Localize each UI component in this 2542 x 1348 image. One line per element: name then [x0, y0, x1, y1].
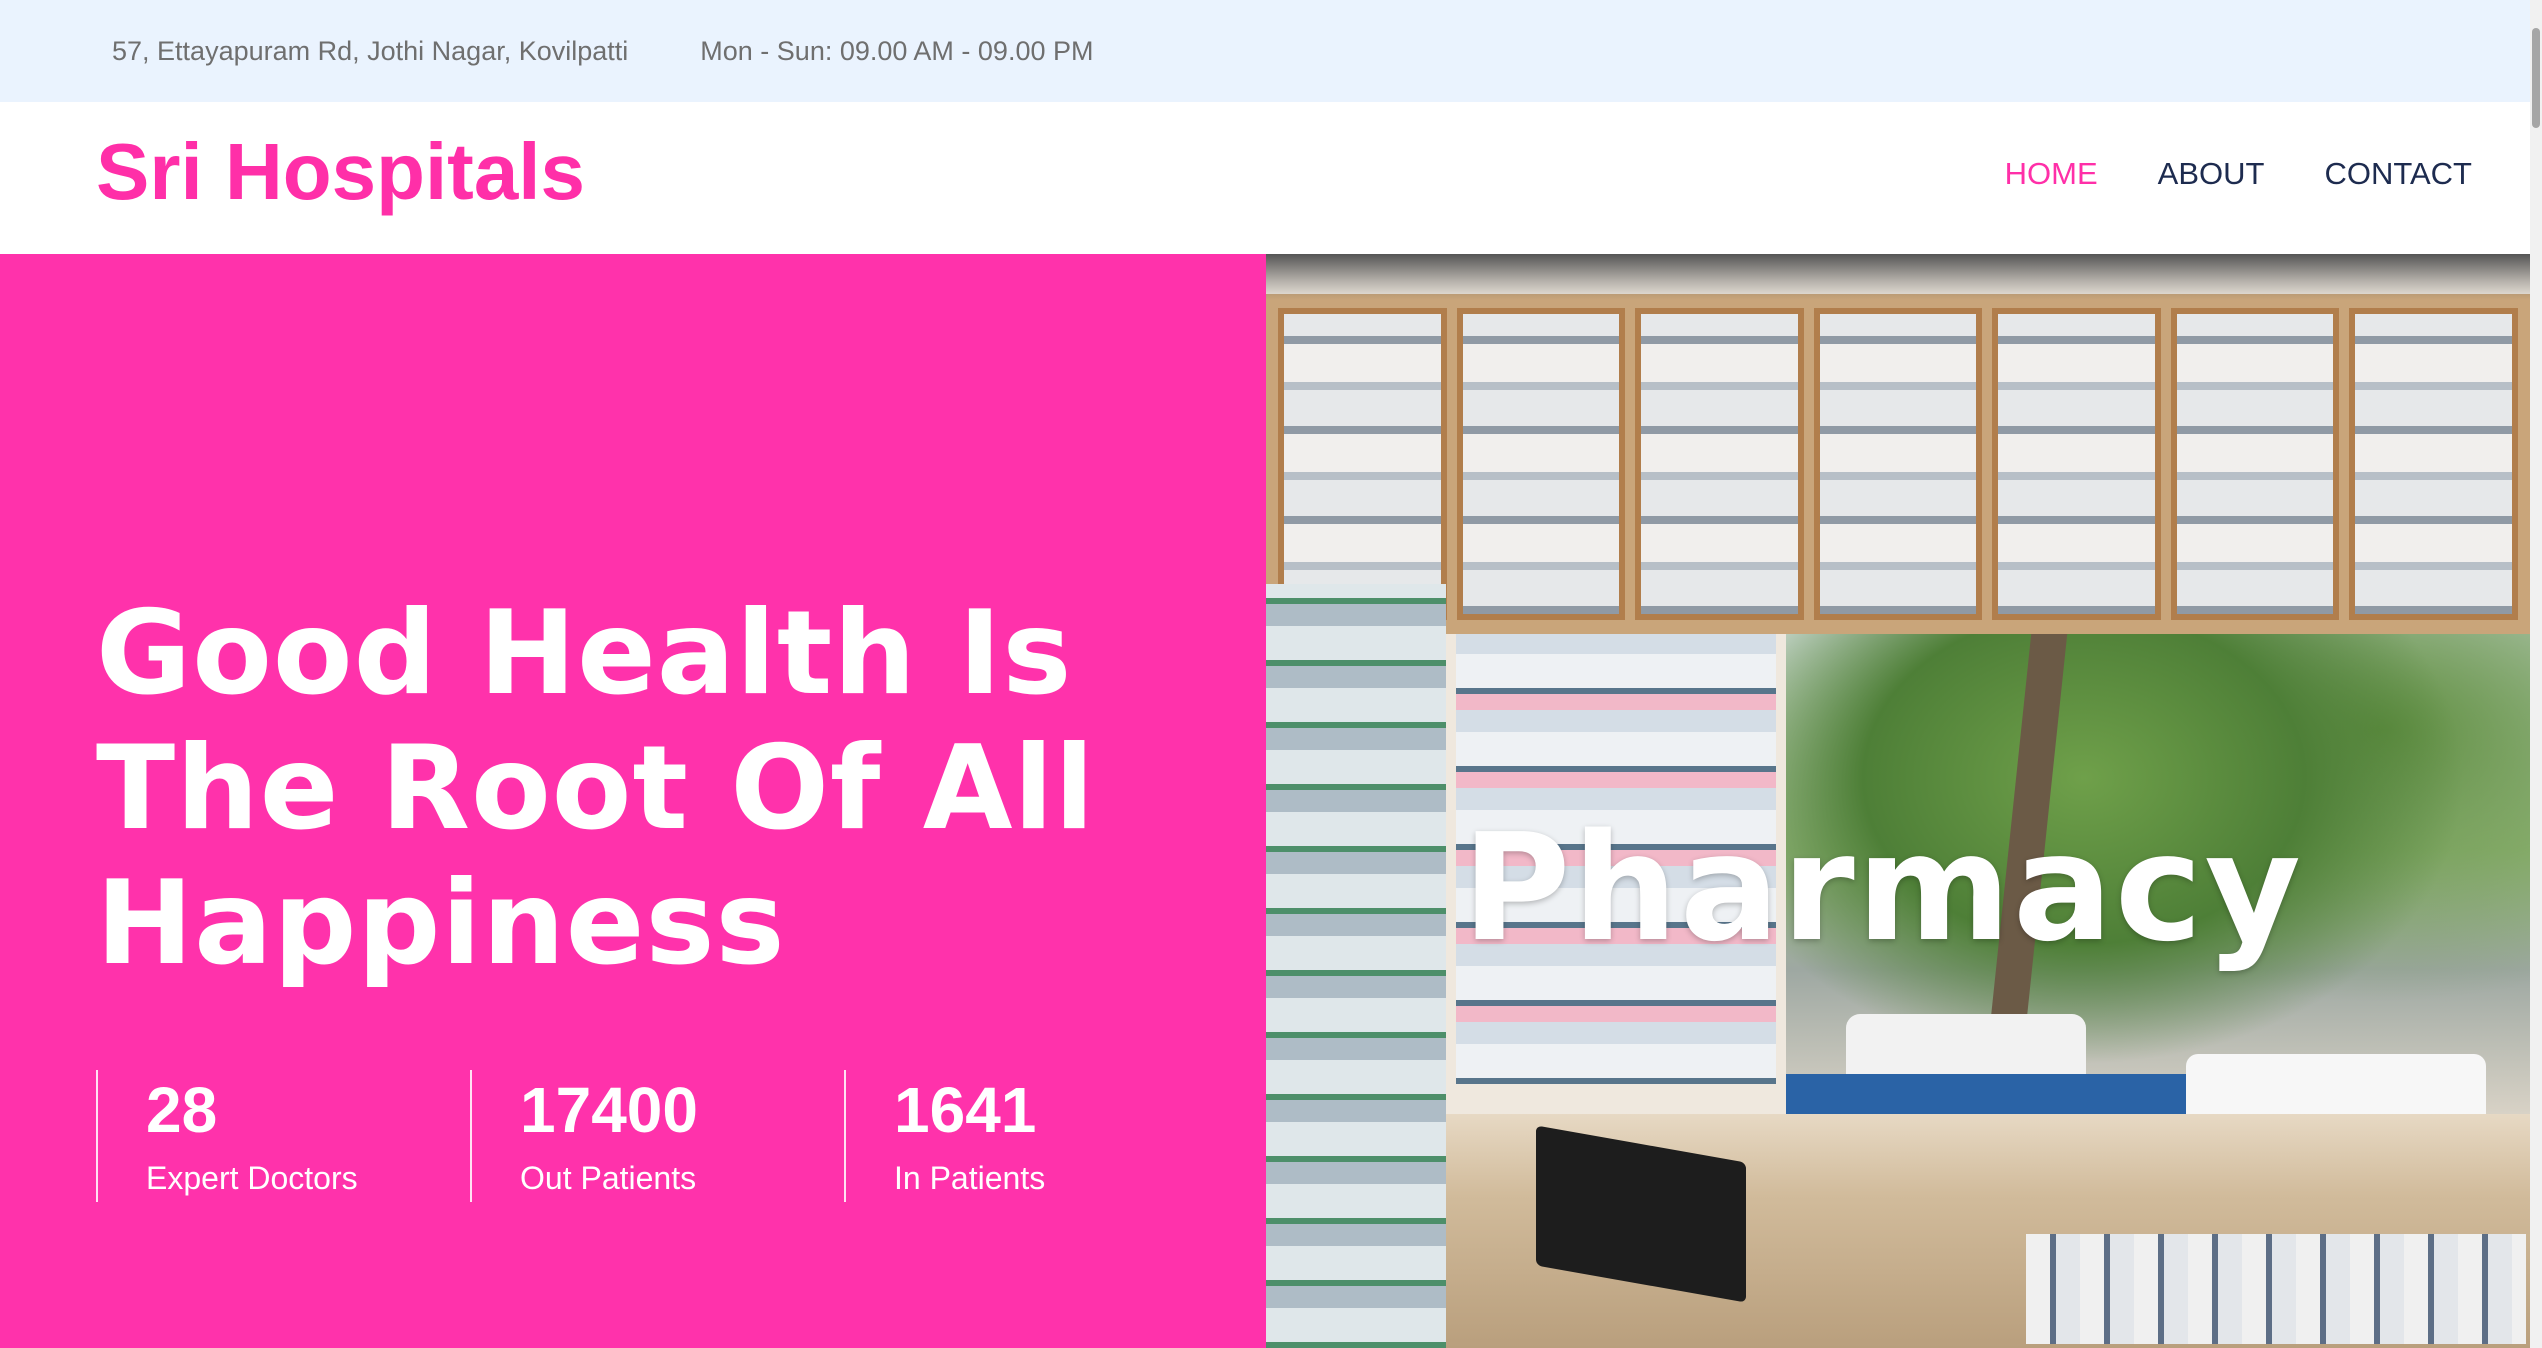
stat-in-patients: 1641 In Patients	[844, 1070, 1218, 1202]
address-text: 57, Ettayapuram Rd, Jothi Nagar, Kovilpa…	[112, 35, 629, 66]
brand-logo-link[interactable]: Sri Hospitals	[96, 132, 585, 212]
medicine-cabinets	[1266, 294, 2530, 634]
nav-about-link[interactable]: ABOUT	[2158, 158, 2265, 189]
cabinet	[1278, 308, 1447, 620]
page-scrollbar[interactable]	[2530, 0, 2542, 1348]
headline-line-3: Happiness	[96, 856, 786, 991]
hero-image-pharmacy: Pharmacy	[1266, 254, 2530, 1348]
stat-out-patients: 17400 Out Patients	[470, 1070, 844, 1202]
cabinet	[2349, 308, 2519, 620]
hero-left-panel: Good Health Is The Root Of All Happiness…	[0, 254, 1266, 1348]
stat-value: 17400	[520, 1074, 698, 1146]
nav-home-link[interactable]: HOME	[2005, 158, 2098, 189]
cabinet	[1635, 308, 1804, 620]
stat-label: Out Patients	[520, 1160, 697, 1196]
hero-headline: Good Health Is The Root Of All Happiness	[96, 586, 1196, 991]
stats-row: 28 Expert Doctors 17400 Out Patients 164…	[96, 1070, 1218, 1202]
stat-label: In Patients	[894, 1160, 1046, 1196]
pharmacy-title: Pharmacy	[1462, 802, 2303, 974]
stat-value: 1641	[894, 1074, 1037, 1146]
cabinet	[1456, 308, 1626, 620]
stat-expert-doctors: 28 Expert Doctors	[96, 1070, 470, 1202]
main-nav: HOME ABOUT CONTACT	[2005, 158, 2472, 189]
top-info-bar: 57, Ettayapuram Rd, Jothi Nagar, Kovilpa…	[0, 0, 2542, 102]
counter-items	[2026, 1234, 2526, 1344]
left-shelves	[1266, 584, 1446, 1348]
stat-label: Expert Doctors	[146, 1160, 358, 1196]
stat-value: 28	[146, 1074, 218, 1146]
cabinet	[1992, 308, 2161, 620]
opening-hours-text: Mon - Sun: 09.00 AM - 09.00 PM	[700, 35, 1094, 66]
cabinet	[2170, 308, 2340, 620]
site-header: Sri Hospitals HOME ABOUT CONTACT	[0, 102, 2530, 254]
cabinet	[1813, 308, 1983, 620]
headline-line-1: Good Health Is	[96, 586, 1073, 721]
image-top-shadow	[1266, 254, 2530, 300]
scrollbar-thumb[interactable]	[2532, 28, 2540, 128]
headline-line-2: The Root Of All	[96, 721, 1096, 856]
nav-contact-link[interactable]: CONTACT	[2324, 158, 2472, 189]
